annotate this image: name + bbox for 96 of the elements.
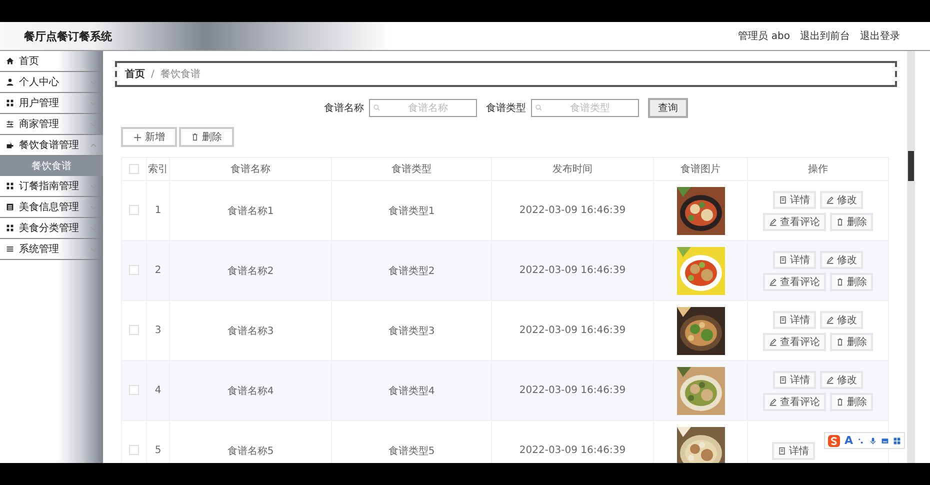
pen-icon bbox=[826, 376, 834, 384]
person-icon bbox=[6, 78, 14, 86]
trash-icon bbox=[836, 398, 844, 406]
delete-button[interactable]: 删除 bbox=[830, 392, 873, 410]
chevron-icon bbox=[90, 246, 97, 252]
sidebar-item[interactable]: 餐饮食谱管理 bbox=[0, 135, 103, 156]
microphone-icon[interactable] bbox=[869, 436, 877, 444]
field-label: 食谱名称 bbox=[324, 102, 364, 115]
pen-icon bbox=[826, 196, 834, 204]
pen-icon bbox=[826, 256, 834, 264]
edit-button[interactable]: 修改 bbox=[820, 190, 863, 208]
checkbox[interactable] bbox=[129, 164, 139, 174]
details-button[interactable]: 详情 bbox=[772, 442, 815, 460]
chevron-icon bbox=[90, 226, 97, 230]
delete-button[interactable]: 删除 bbox=[830, 272, 873, 290]
punctuation-icon[interactable] bbox=[857, 436, 865, 444]
header-link[interactable]: 退出到前台 bbox=[800, 29, 850, 43]
table-cell: 食谱名称4 bbox=[170, 360, 332, 420]
trash-icon bbox=[836, 218, 844, 226]
comments-button[interactable]: 查看评论 bbox=[763, 212, 826, 230]
checkbox[interactable] bbox=[129, 325, 139, 336]
delete-button[interactable]: 删除 bbox=[830, 212, 873, 230]
breadcrumb-separator: / bbox=[151, 68, 154, 80]
chevron-icon bbox=[90, 184, 97, 188]
details-button[interactable]: 详情 bbox=[773, 250, 816, 268]
trash-icon bbox=[191, 133, 200, 141]
input-mode-label[interactable]: A bbox=[844, 434, 853, 447]
checkbox[interactable] bbox=[129, 265, 139, 276]
header-link[interactable]: 退出登录 bbox=[860, 29, 900, 43]
field-label: 食谱类型 bbox=[486, 102, 526, 115]
details-button[interactable]: 详情 bbox=[773, 190, 816, 208]
delete-button[interactable]: 删除 bbox=[179, 127, 234, 147]
column-header: 发布时间 bbox=[492, 158, 654, 180]
grid-icon bbox=[6, 224, 14, 232]
table-cell: 2 bbox=[146, 240, 170, 300]
search-icon bbox=[373, 104, 380, 111]
trash-icon bbox=[836, 338, 844, 346]
chevron-icon bbox=[90, 122, 97, 126]
column-header: 索引 bbox=[146, 158, 170, 180]
cup-icon bbox=[6, 141, 14, 149]
chevron-icon bbox=[90, 204, 97, 210]
table-cell: 食谱名称2 bbox=[170, 240, 332, 300]
table-cell: 2022-03-09 16:46:39 bbox=[492, 360, 654, 420]
pen-icon bbox=[769, 338, 777, 346]
trash-icon bbox=[836, 278, 844, 286]
delete-button[interactable]: 删除 bbox=[830, 332, 873, 350]
search-button[interactable]: 查询 bbox=[648, 98, 688, 118]
breadcrumb-item[interactable]: 首页 bbox=[125, 67, 145, 81]
table-cell: 2022-03-09 16:46:39 bbox=[492, 240, 654, 300]
document-icon bbox=[779, 376, 787, 384]
column-header: 操作 bbox=[748, 158, 888, 180]
list-icon bbox=[6, 203, 14, 211]
search-field[interactable]: 食谱名称 bbox=[369, 99, 477, 117]
search-icon bbox=[535, 104, 542, 111]
menu-icon bbox=[6, 245, 14, 253]
chevron-icon bbox=[90, 80, 97, 84]
pen-icon bbox=[826, 316, 834, 324]
checkbox[interactable] bbox=[129, 445, 139, 456]
ime-logo-icon bbox=[828, 434, 840, 446]
edit-button[interactable]: 修改 bbox=[820, 370, 863, 388]
checkbox[interactable] bbox=[129, 205, 139, 216]
column-header: 食谱图片 bbox=[654, 158, 748, 180]
chevron-icon bbox=[90, 142, 97, 148]
document-icon bbox=[779, 196, 787, 204]
app-title: 餐厅点餐订餐系统 bbox=[24, 28, 112, 44]
search-field[interactable]: 食谱类型 bbox=[531, 99, 639, 117]
pen-icon bbox=[769, 398, 777, 406]
comments-button[interactable]: 查看评论 bbox=[763, 392, 826, 410]
chevron-icon bbox=[90, 100, 97, 106]
keyboard-icon[interactable] bbox=[881, 436, 889, 444]
grid-icon bbox=[6, 99, 14, 107]
document-icon bbox=[779, 256, 787, 264]
breadcrumb-item[interactable]: 餐饮食谱 bbox=[160, 67, 200, 81]
document-icon bbox=[779, 316, 787, 324]
pen-icon bbox=[769, 218, 777, 226]
scrollbar[interactable] bbox=[907, 51, 915, 463]
comments-button[interactable]: 查看评论 bbox=[763, 332, 826, 350]
pen-icon bbox=[769, 278, 777, 286]
table-cell: 4 bbox=[146, 360, 170, 420]
checkbox[interactable] bbox=[129, 385, 139, 396]
table-cell: 食谱类型4 bbox=[332, 360, 492, 420]
edit-button[interactable]: 修改 bbox=[820, 250, 863, 268]
grid-icon[interactable] bbox=[893, 436, 901, 444]
grid-icon bbox=[6, 182, 14, 190]
add-button[interactable]: + 新增 bbox=[121, 127, 178, 147]
document-icon bbox=[778, 446, 786, 454]
sliders-icon bbox=[6, 120, 14, 128]
details-button[interactable]: 详情 bbox=[773, 310, 816, 328]
table-cell: 食谱类型2 bbox=[332, 240, 492, 300]
column-header: 食谱名称 bbox=[170, 158, 332, 180]
edit-button[interactable]: 修改 bbox=[820, 310, 863, 328]
column-header: 食谱类型 bbox=[332, 158, 492, 180]
details-button[interactable]: 详情 bbox=[773, 370, 816, 388]
home-icon bbox=[6, 57, 14, 65]
header-link[interactable]: 管理员 abo bbox=[738, 29, 790, 43]
comments-button[interactable]: 查看评论 bbox=[763, 272, 826, 290]
